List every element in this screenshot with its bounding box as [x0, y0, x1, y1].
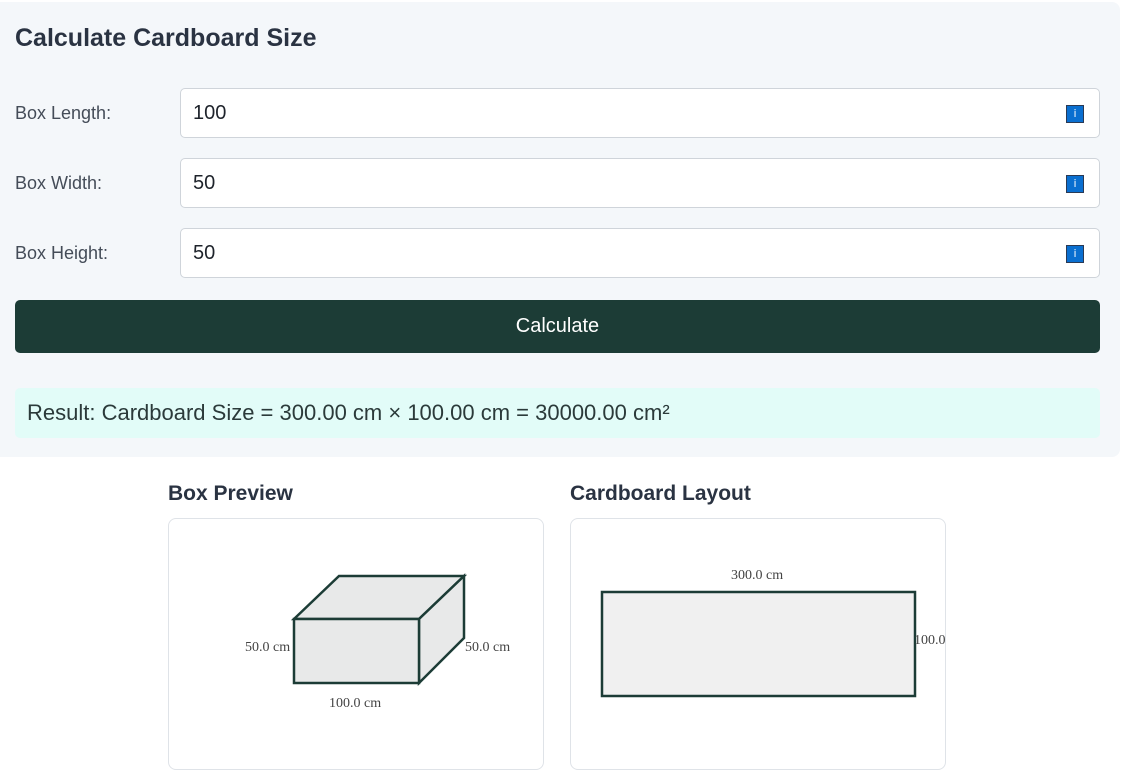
cardboard-height-dimension: 100.0 cm — [914, 633, 947, 648]
cardboard-layout-canvas: 300.0 cm 100.0 cm — [570, 518, 947, 770]
page-title: Calculate Cardboard Size — [15, 24, 317, 52]
box-height-row: Box Height: i — [15, 228, 1100, 278]
box-width-field[interactable]: i — [180, 158, 1100, 208]
info-icon[interactable]: i — [1066, 245, 1084, 263]
cardboard-layout-drawing: 300.0 cm 100.0 cm — [600, 568, 947, 698]
calculate-button[interactable]: Calculate — [15, 300, 1100, 353]
info-icon[interactable]: i — [1066, 175, 1084, 193]
calculator-panel: Calculate Cardboard Size Box Length: i B… — [0, 2, 1120, 457]
box-height-field[interactable]: i — [180, 228, 1100, 278]
cardboard-sheet — [600, 590, 917, 698]
box-length-row: Box Length: i — [15, 88, 1100, 138]
box-length-input[interactable] — [193, 89, 1053, 137]
box-depth-dimension: 50.0 cm — [465, 640, 510, 655]
box-width-input[interactable] — [193, 159, 1053, 207]
cardboard-layout-title: Cardboard Layout — [570, 482, 751, 505]
result-box: Result: Cardboard Size = 300.00 cm × 100… — [15, 388, 1100, 438]
box-front-face — [292, 617, 421, 685]
box-length-field[interactable]: i — [180, 88, 1100, 138]
box-preview-canvas: 50.0 cm 50.0 cm 100.0 cm — [168, 518, 544, 770]
box-width-row: Box Width: i — [15, 158, 1100, 208]
box-height-dimension: 50.0 cm — [245, 640, 290, 655]
box-height-label: Box Height: — [15, 243, 109, 263]
box-preview-drawing: 50.0 cm 50.0 cm 100.0 cm — [245, 573, 510, 711]
box-height-input[interactable] — [193, 229, 1053, 277]
box-length-label: Box Length: — [15, 103, 112, 123]
box-width-label: Box Width: — [15, 173, 103, 193]
cardboard-width-dimension: 300.0 cm — [731, 568, 783, 583]
info-icon[interactable]: i — [1066, 105, 1084, 123]
box-preview-title: Box Preview — [168, 482, 293, 505]
box-length-dimension: 100.0 cm — [329, 696, 381, 711]
